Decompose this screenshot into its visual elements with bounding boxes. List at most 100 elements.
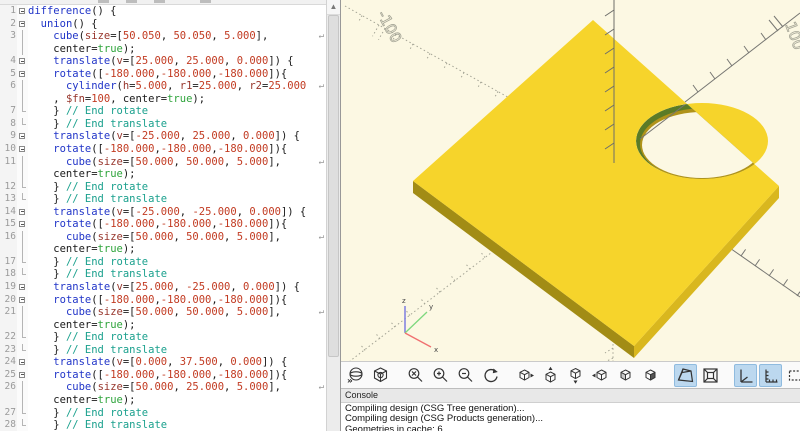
view-bottom-button[interactable] (564, 364, 587, 387)
code-line[interactable]: 25 rotate([-180.000,-180.000,-180.000]){ (0, 369, 326, 382)
render-button[interactable] (369, 364, 392, 387)
code-line[interactable]: center=true); (0, 243, 326, 256)
code-line[interactable]: 7 } // End rotate (0, 105, 326, 118)
code-line[interactable]: 19 translate(v=[25.000, -25.000, 0.000])… (0, 281, 326, 294)
code-line[interactable]: 18 } // End translate (0, 268, 326, 281)
code-text-area[interactable]: 1difference() {2 union() {3 cube(size=[5… (0, 5, 326, 431)
toolbar-icon-fragment (126, 0, 137, 3)
fold-guide (17, 181, 28, 194)
scrollbar-thumb[interactable] (328, 15, 339, 357)
console-panel: Console Compiling design (CSG Tree gener… (341, 389, 800, 431)
fold-marker[interactable] (17, 206, 28, 219)
view-left-button[interactable] (589, 364, 612, 387)
code-line[interactable]: 1difference() { (0, 5, 326, 18)
code-line[interactable]: 4 translate(v=[25.000, 25.000, 0.000]) { (0, 55, 326, 68)
fold-marker[interactable] (17, 130, 28, 143)
code-line[interactable]: 5 rotate([-180.000,-180.000,-180.000]){ (0, 68, 326, 81)
code-line[interactable]: 28 } // End translate (0, 419, 326, 431)
reset-view-button[interactable] (479, 364, 502, 387)
preview-button[interactable]: » (344, 364, 367, 387)
code-line[interactable]: 22 } // End rotate (0, 331, 326, 344)
editor-scrollbar[interactable]: ▲ (326, 0, 340, 431)
fold-marker[interactable] (17, 55, 28, 68)
code-text: translate(v=[25.000, -25.000, 0.000]) { (28, 281, 326, 294)
fold-marker[interactable] (17, 356, 28, 369)
code-line[interactable]: 17 } // End rotate (0, 256, 326, 269)
show-axes-icon (736, 366, 755, 385)
code-line[interactable]: center=true); (0, 168, 326, 181)
show-axes-button[interactable] (734, 364, 757, 387)
fold-guide (17, 319, 28, 332)
code-line[interactable]: 12 } // End rotate (0, 181, 326, 194)
zoom-out-button[interactable] (454, 364, 477, 387)
fold-marker[interactable] (17, 369, 28, 382)
3d-scene: -100 (341, 0, 800, 361)
view-back-button[interactable] (639, 364, 662, 387)
zoom-in-button[interactable] (429, 364, 452, 387)
code-line[interactable]: center=true); (0, 319, 326, 332)
code-line[interactable]: 21 cube(size=[50.000, 50.000, 5.000],↵ (0, 306, 326, 319)
fold-marker[interactable] (17, 143, 28, 156)
fold-marker[interactable] (17, 5, 28, 18)
code-text: rotate([-180.000,-180.000,-180.000]){ (28, 143, 326, 156)
line-number: 1 (0, 5, 17, 18)
line-number: 9 (0, 130, 17, 143)
line-number: 12 (0, 181, 17, 194)
code-line[interactable]: 9 translate(v=[-25.000, 25.000, 0.000]) … (0, 130, 326, 143)
view-front-button[interactable] (614, 364, 637, 387)
render-icon (371, 366, 390, 385)
code-text: } // End rotate (28, 105, 326, 118)
code-line[interactable]: 10 rotate([-180.000,-180.000,-180.000]){ (0, 143, 326, 156)
code-line[interactable]: 24 translate(v=[0.000, 37.500, 0.000]) { (0, 356, 326, 369)
fold-guide (17, 256, 28, 269)
line-number: 23 (0, 344, 17, 357)
code-line[interactable]: 16 cube(size=[50.000, 50.000, 5.000],↵ (0, 231, 326, 244)
code-line[interactable]: 15 rotate([-180.000,-180.000,-180.000]){ (0, 218, 326, 231)
code-text: translate(v=[25.000, 25.000, 0.000]) { (28, 55, 326, 68)
code-line[interactable]: 23 } // End translate (0, 344, 326, 357)
line-wrap-icon: ↵ (319, 80, 324, 93)
code-line[interactable]: 20 rotate([-180.000,-180.000,-180.000]){ (0, 294, 326, 307)
fold-guide (17, 156, 28, 169)
fold-marker[interactable] (17, 294, 28, 307)
console-header[interactable]: Console (341, 389, 800, 403)
line-number: 24 (0, 356, 17, 369)
code-line[interactable]: center=true); (0, 43, 326, 56)
fold-guide (17, 105, 28, 118)
code-line[interactable]: 26 cube(size=[50.000, 25.000, 5.000],↵ (0, 381, 326, 394)
view-top-button[interactable] (539, 364, 562, 387)
code-text: } // End rotate (28, 256, 326, 269)
code-line[interactable]: center=true); (0, 394, 326, 407)
fold-guide (17, 407, 28, 420)
3d-viewport[interactable]: -100 (341, 0, 800, 361)
scrollbar-up-arrow-icon[interactable]: ▲ (327, 0, 340, 15)
code-line[interactable]: 6 cylinder(h=5.000, r1=25.000, r2=25.000… (0, 80, 326, 93)
code-line[interactable]: 11 cube(size=[50.000, 50.000, 5.000],↵ (0, 156, 326, 169)
code-line[interactable]: 27 } // End rotate (0, 407, 326, 420)
code-line[interactable]: , $fn=100, center=true); (0, 93, 326, 106)
code-line[interactable]: 2 union() { (0, 18, 326, 31)
fold-guide (17, 306, 28, 319)
view-right-button[interactable] (514, 364, 537, 387)
line-number: 27 (0, 407, 17, 420)
fold-marker[interactable] (17, 18, 28, 31)
code-line[interactable]: 8 } // End translate (0, 118, 326, 131)
perspective-button[interactable] (674, 364, 697, 387)
show-edges-button[interactable] (784, 364, 800, 387)
show-scale-markers-button[interactable] (759, 364, 782, 387)
line-number (0, 319, 17, 332)
zoom-all-button[interactable] (404, 364, 427, 387)
fold-guide (17, 331, 28, 344)
fold-marker[interactable] (17, 281, 28, 294)
code-line[interactable]: 14 translate(v=[-25.000, -25.000, 0.000]… (0, 206, 326, 219)
triad-x-label: x (434, 346, 438, 354)
code-line[interactable]: 3 cube(size=[50.050, 50.050, 5.000],↵ (0, 30, 326, 43)
fold-marker[interactable] (17, 218, 28, 231)
orthogonal-button[interactable] (699, 364, 722, 387)
code-editor-pane[interactable]: 1difference() {2 union() {3 cube(size=[5… (0, 0, 341, 431)
fold-guide (17, 118, 28, 131)
fold-marker[interactable] (17, 68, 28, 81)
code-line[interactable]: 13 } // End translate (0, 193, 326, 206)
code-text: translate(v=[-25.000, 25.000, 0.000]) { (28, 130, 326, 143)
line-number: 18 (0, 268, 17, 281)
